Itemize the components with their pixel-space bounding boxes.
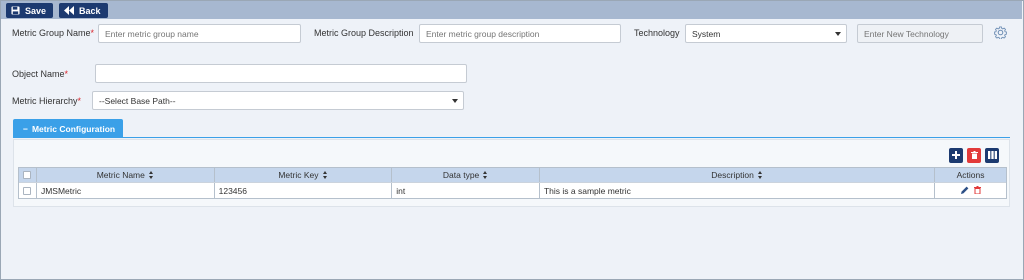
column-header-label: Metric Key [278,170,319,180]
row-checkbox[interactable] [23,186,32,195]
minus-icon: − [23,123,28,134]
new-technology-input [857,24,983,43]
column-header-metric-name[interactable]: Metric Name [37,168,215,182]
object-name-label-text: Object Name [12,69,65,79]
pencil-icon[interactable] [960,186,969,196]
sort-icon [322,171,328,179]
technology-value: System [692,28,721,39]
metric-group-description-label: Metric Group Description [314,28,414,38]
cell-description: This is a sample metric [540,183,936,198]
required-mark: * [64,69,69,79]
columns-icon [987,150,997,161]
tab-underline [13,137,1010,138]
delete-rows-button[interactable] [967,148,981,163]
chevron-down-icon [452,99,458,103]
metric-hierarchy-value: --Select Base Path-- [99,95,176,106]
header-select-all-cell [19,168,37,182]
columns-button[interactable] [985,148,999,163]
gear-icon[interactable] [993,26,1008,40]
table-header-row: Metric Name Metric Key Data type Descrip… [19,168,1006,183]
metric-group-name-label: Metric Group Name* [12,28,94,38]
back-label: Back [79,5,101,16]
sort-icon [757,171,763,179]
select-all-checkbox[interactable] [23,171,32,179]
object-name-label: Object Name* [12,69,68,79]
plus-icon [952,150,960,161]
column-header-label: Metric Name [96,170,145,180]
save-icon [11,6,20,15]
metric-hierarchy-label-text: Metric Hierarchy [12,96,78,106]
metric-group-description-input[interactable] [419,24,621,43]
column-header-data-type[interactable]: Data type [392,168,540,182]
chevron-down-icon [835,32,841,36]
cell-metric-name: JMSMetric [37,183,215,198]
trash-icon[interactable] [973,185,981,196]
object-name-input[interactable] [95,64,467,83]
trash-icon [970,150,978,161]
tab-label: Metric Configuration [31,123,116,134]
column-header-label: Data type [442,170,480,180]
table-row[interactable]: JMSMetric 123456 int This is a sample me… [19,183,1006,198]
cell-metric-key: 123456 [215,183,393,198]
column-header-label: Description [711,170,754,180]
metric-hierarchy-select[interactable]: --Select Base Path-- [92,91,464,110]
metrics-table: Metric Name Metric Key Data type Descrip… [18,167,1007,199]
tab-metric-configuration[interactable]: − Metric Configuration [13,119,123,138]
technology-select[interactable]: System [685,24,847,43]
sort-icon [148,171,154,179]
double-left-arrow-icon [64,6,74,15]
add-row-button[interactable] [949,148,963,163]
technology-label: Technology [634,28,680,38]
cell-actions [935,183,1006,198]
required-mark: * [77,96,82,106]
metric-hierarchy-label: Metric Hierarchy* [12,96,81,106]
save-label: Save [25,5,47,16]
column-header-metric-key[interactable]: Metric Key [215,168,393,182]
metric-group-name-label-text: Metric Group Name [12,28,91,38]
sort-icon [483,171,488,179]
save-button[interactable]: Save [6,3,53,18]
toolbar: Save Back [1,1,1022,19]
required-mark: * [90,28,95,38]
column-header-description[interactable]: Description [540,168,936,182]
metric-group-name-input[interactable] [98,24,301,43]
back-button[interactable]: Back [59,3,108,18]
column-header-label: Actions [956,170,985,180]
row-select-cell [19,183,37,198]
cell-data-type: int [392,183,540,198]
column-header-actions: Actions [935,168,1006,182]
